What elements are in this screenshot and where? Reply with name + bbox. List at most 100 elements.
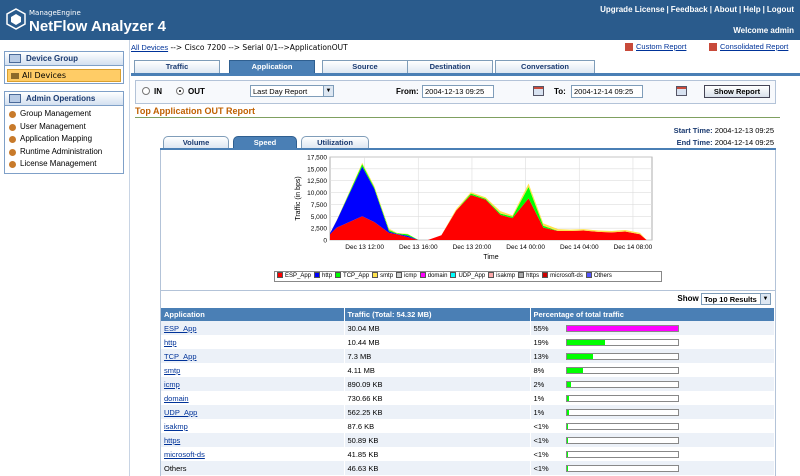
- percentage-value: 8%: [533, 365, 545, 375]
- percentage-value: 19%: [533, 337, 549, 347]
- legend-item: https: [518, 272, 539, 281]
- tab-source[interactable]: Source: [322, 60, 408, 73]
- application-link[interactable]: http: [164, 338, 177, 347]
- sidebar-item-runtime-administration[interactable]: Runtime Administration: [5, 146, 123, 159]
- consolidated-report-link[interactable]: Consolidated Report: [709, 42, 789, 52]
- app-header: ManageEngine NetFlow Analyzer 4 Upgrade …: [0, 0, 800, 40]
- legend-swatch: [396, 272, 403, 279]
- subtab-speed[interactable]: Speed: [233, 136, 297, 148]
- application-link[interactable]: domain: [164, 394, 189, 403]
- application-link[interactable]: smtp: [164, 366, 180, 375]
- breadcrumb-all-devices[interactable]: All Devices: [131, 43, 168, 52]
- breadcrumb: All Devices --> Cisco 7200 --> Serial 0/…: [131, 43, 348, 52]
- legend-swatch: [335, 272, 342, 279]
- cell-percentage: 1%: [530, 391, 775, 405]
- cell-percentage: 8%: [530, 363, 775, 377]
- from-date-input[interactable]: 2004-12-13 09:25: [422, 85, 494, 98]
- application-link[interactable]: https: [164, 436, 180, 445]
- feedback-link[interactable]: Feedback: [671, 5, 708, 14]
- from-calendar-icon[interactable]: [533, 86, 544, 96]
- percentage-bar: [565, 437, 679, 445]
- device-group-title: Device Group: [26, 54, 79, 63]
- percentage-bar: [565, 367, 679, 375]
- cell-traffic: 41.85 KB: [344, 447, 531, 461]
- percentage-bar-fill: [566, 368, 583, 374]
- percentage-value: <1%: [533, 435, 549, 445]
- x-tick-label: Dec 14 08:00: [614, 244, 653, 251]
- legend-label: icmp: [404, 273, 417, 279]
- application-link[interactable]: ESP_App: [164, 324, 197, 333]
- cell-application: smtp: [161, 363, 345, 377]
- tab-conversation[interactable]: Conversation: [495, 60, 595, 73]
- legend-item: icmp: [396, 272, 417, 281]
- admin-operations-panel: Admin Operations Group Management User M…: [4, 91, 124, 174]
- consolidated-report-label: Consolidated Report: [720, 42, 789, 51]
- show-results-select[interactable]: Top 10 Results ▼: [701, 293, 771, 305]
- y-tick-label: 2,500: [311, 226, 328, 233]
- tab-traffic[interactable]: Traffic: [134, 60, 220, 73]
- to-date-input[interactable]: 2004-12-14 09:25: [571, 85, 643, 98]
- sidebar-item-license-management[interactable]: License Management: [5, 158, 123, 171]
- percentage-bar-fill: [566, 396, 569, 402]
- traffic-area-chart: 0 2,500 5,000 7,500 10,000 12,500 15,000 17,500…: [295, 155, 653, 262]
- sidebar-item-group-management[interactable]: Group Management: [5, 108, 123, 121]
- in-radio[interactable]: [142, 87, 150, 95]
- legend-item: TCP_App: [335, 272, 369, 281]
- legend-swatch: [450, 272, 457, 279]
- legend-item: http: [314, 272, 332, 281]
- header-application[interactable]: Application: [161, 308, 345, 321]
- logout-link[interactable]: Logout: [767, 5, 794, 14]
- admin-item-label: License Management: [20, 159, 97, 169]
- legend-swatch: [518, 272, 525, 279]
- tab-application[interactable]: Application: [229, 60, 315, 73]
- application-link[interactable]: icmp: [164, 380, 180, 389]
- show-report-button[interactable]: Show Report: [704, 85, 770, 98]
- about-link[interactable]: About: [714, 5, 737, 14]
- main-content: All Devices --> Cisco 7200 --> Serial 0/…: [131, 40, 800, 476]
- legend-swatch: [314, 272, 321, 279]
- cell-percentage: 13%: [530, 349, 775, 363]
- table-row: Others 46.63 KB <1%: [161, 461, 775, 475]
- chevron-down-icon: ▼: [323, 86, 333, 96]
- application-link[interactable]: microsoft-ds: [164, 450, 205, 459]
- cell-application: Others: [161, 461, 345, 475]
- header-traffic[interactable]: Traffic (Total: 54.32 MB): [344, 308, 531, 321]
- subtab-utilization[interactable]: Utilization: [301, 136, 369, 148]
- application-link[interactable]: TCP_App: [164, 352, 197, 361]
- upgrade-license-link[interactable]: Upgrade License: [600, 5, 664, 14]
- table-row: UDP_App 562.25 KB 1%: [161, 405, 775, 419]
- y-tick-label: 0: [323, 238, 327, 245]
- sidebar-item-all-devices[interactable]: All Devices: [7, 69, 121, 82]
- results-panel: Show Top 10 Results ▼ Application Traffi…: [160, 290, 776, 476]
- percentage-value: 55%: [533, 323, 549, 333]
- cell-application: microsoft-ds: [161, 447, 345, 461]
- start-time-label: Start Time:: [673, 126, 713, 135]
- subtab-volume[interactable]: Volume: [163, 136, 229, 148]
- table-row: http 10.44 MB 19%: [161, 335, 775, 349]
- legend-swatch: [419, 272, 426, 279]
- header-percentage[interactable]: Percentage of total traffic: [530, 308, 775, 321]
- sidebar-item-application-mapping[interactable]: Application Mapping: [5, 133, 123, 146]
- application-link[interactable]: isakmp: [164, 422, 188, 431]
- end-time-label: End Time:: [676, 138, 713, 147]
- out-radio[interactable]: [176, 87, 184, 95]
- in-label: IN: [154, 87, 162, 96]
- to-calendar-icon[interactable]: [676, 86, 687, 96]
- sidebar: Device Group All Devices Admin Operation…: [0, 40, 130, 476]
- custom-report-link[interactable]: Custom Report: [625, 42, 686, 52]
- legend-item: ESP_App: [277, 272, 311, 281]
- y-tick-label: 12,500: [307, 178, 327, 185]
- help-link[interactable]: Help: [743, 5, 760, 14]
- cell-application: UDP_App: [161, 405, 345, 419]
- period-select[interactable]: Last Day Report ▼: [250, 85, 334, 97]
- y-tick-label: 7,500: [311, 202, 328, 209]
- cell-percentage: <1%: [530, 447, 775, 461]
- admin-operations-header: Admin Operations: [5, 92, 123, 106]
- application-link[interactable]: UDP_App: [164, 408, 197, 417]
- tab-destination[interactable]: Destination: [407, 60, 493, 73]
- start-time-value: 2004-12-13 09:25: [714, 126, 774, 135]
- cell-traffic: 4.11 MB: [344, 363, 531, 377]
- sidebar-item-user-management[interactable]: User Management: [5, 121, 123, 134]
- y-tick-label: 5,000: [311, 214, 328, 221]
- breadcrumb-path: --> Cisco 7200 --> Serial 0/1-->Applicat…: [168, 43, 348, 52]
